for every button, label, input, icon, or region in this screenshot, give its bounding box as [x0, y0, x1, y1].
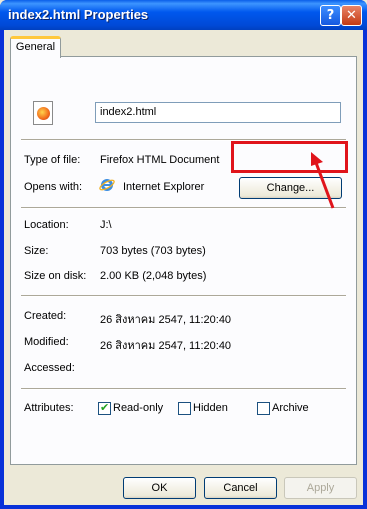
hidden-checkbox[interactable] [178, 402, 191, 415]
archive-label[interactable]: Archive [272, 402, 309, 414]
general-panel: index2.html Type of file: Firefox HTML D… [10, 56, 357, 465]
readonly-checkbox[interactable] [98, 401, 111, 415]
divider [21, 295, 346, 297]
close-icon[interactable]: ✕ [341, 5, 362, 26]
firefox-document-icon [33, 101, 53, 125]
dialog-client: General index2.html Type of file: Firefo… [4, 30, 363, 505]
help-icon[interactable]: ? [320, 5, 341, 26]
size-on-disk-value: 2.00 KB (2,048 bytes) [100, 270, 207, 282]
opens-value: Internet Explorer [123, 181, 205, 193]
type-value: Firefox HTML Document [100, 154, 220, 166]
location-value: J:\ [100, 219, 112, 231]
hidden-label[interactable]: Hidden [193, 402, 228, 414]
readonly-label[interactable]: Read-only [113, 402, 163, 414]
properties-window: index2.html Properties ? ✕ General index… [0, 0, 367, 509]
type-label: Type of file: [24, 154, 81, 166]
filename-field[interactable]: index2.html [95, 102, 341, 123]
red-arrow-icon [311, 152, 335, 209]
divider [21, 207, 346, 209]
size-label: Size: [24, 245, 49, 257]
cancel-button[interactable]: Cancel [204, 477, 277, 499]
tab-general[interactable]: General [10, 36, 61, 58]
divider [21, 388, 346, 390]
window-title: index2.html Properties [8, 7, 149, 22]
modified-label: Modified: [24, 336, 69, 348]
created-label: Created: [24, 310, 67, 322]
apply-button[interactable]: Apply [284, 477, 357, 499]
modified-value: 26 สิงหาคม 2547, 11:20:40 [100, 340, 232, 352]
accessed-label: Accessed: [24, 362, 75, 374]
title-bar[interactable]: index2.html Properties ? ✕ [0, 0, 367, 30]
opens-label: Opens with: [24, 181, 83, 193]
size-on-disk-label: Size on disk: [24, 270, 87, 282]
attributes-label: Attributes: [24, 402, 74, 414]
internet-explorer-icon [99, 179, 115, 191]
created-value: 26 สิงหาคม 2547, 11:20:40 [100, 314, 232, 326]
size-value: 703 bytes (703 bytes) [100, 245, 206, 257]
ok-button[interactable]: OK [123, 477, 196, 499]
archive-checkbox[interactable] [257, 402, 270, 415]
location-label: Location: [24, 219, 69, 231]
